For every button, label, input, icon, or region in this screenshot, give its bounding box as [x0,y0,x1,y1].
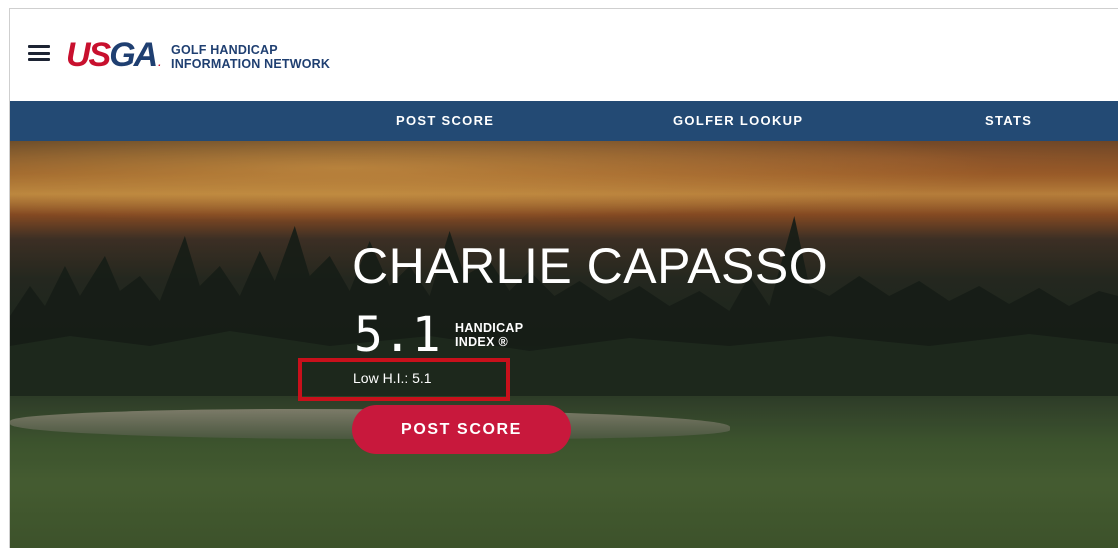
usga-logo[interactable]: USGA. GOLF HANDICAP INFORMATION NETWORK [66,35,330,75]
logo-us: US [66,36,111,74]
main-nav: POST SCORE GOLFER LOOKUP STATS [10,101,1118,141]
handicap-label-line1: HANDICAP [455,321,524,335]
hero-overlay [10,141,1118,548]
logo-ga: GA [109,36,158,74]
usga-logo-mark: USGA. [66,38,161,72]
network-name-line1: GOLF HANDICAP [171,43,278,57]
ghin-network-name: GOLF HANDICAP INFORMATION NETWORK [171,43,330,71]
handicap-index-label: HANDICAP INDEX ® [455,321,523,349]
post-score-button[interactable]: POST SCORE [352,405,571,454]
hero-banner: CHARLIE CAPASSO 5.1 HANDICAP INDEX ® Low… [10,141,1118,548]
nav-post-score[interactable]: POST SCORE [396,101,494,141]
browser-frame: USGA. GOLF HANDICAP INFORMATION NETWORK … [9,8,1118,548]
nav-stats[interactable]: STATS [985,101,1032,141]
site-header: USGA. GOLF HANDICAP INFORMATION NETWORK [10,9,1118,101]
handicap-index-value: 5.1 [354,307,441,363]
golfer-name: CHARLIE CAPASSO [352,238,829,294]
nav-golfer-lookup[interactable]: GOLFER LOOKUP [673,101,803,141]
hamburger-menu-icon[interactable] [28,45,50,61]
annotation-highlight-box [298,358,510,401]
logo-dot: . [158,58,162,69]
handicap-label-line2: INDEX ® [455,335,508,349]
network-name-line2: INFORMATION NETWORK [171,57,331,71]
